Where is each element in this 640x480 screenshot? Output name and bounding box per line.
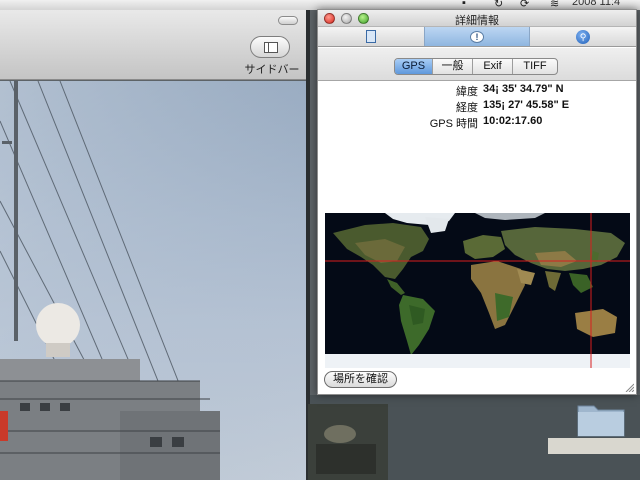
preview-toolbar: サイドバー <box>0 10 308 80</box>
script-menu-icon[interactable]: ▪ <box>462 0 466 9</box>
desktop: ▪ ↻ ⟳ ≋ 2008 11:4 サイドバー 詳細情報 ! ⚲ GPS 一般 … <box>0 0 640 480</box>
world-map[interactable] <box>325 213 630 368</box>
gps-row-time: GPS 時間 10:02:17.60 <box>318 114 636 130</box>
folder-icon[interactable] <box>576 398 626 438</box>
folder-label <box>548 438 640 454</box>
inspector-subtoolbar: GPS 一般 Exif TIFF <box>318 48 636 81</box>
gps-row-latitude: 緯度 34¡ 35' 34.79" N <box>318 82 636 98</box>
gps-row-longitude: 経度 135¡ 27' 45.58" E <box>318 98 636 114</box>
desktop-image-thumbnail[interactable] <box>308 404 388 480</box>
gps-time-value: 10:02:17.60 <box>483 115 543 127</box>
segment-tiff[interactable]: TIFF <box>513 59 557 74</box>
tab-more-info[interactable]: ! <box>424 27 530 46</box>
latitude-label: 緯度 <box>456 86 478 98</box>
sidebar-button-label: サイドバー <box>244 64 300 76</box>
ship-photo <box>0 81 308 480</box>
info-segmented-control: GPS 一般 Exif TIFF <box>394 58 558 75</box>
menu-clock[interactable]: 2008 11:4 <box>572 0 620 8</box>
gps-time-label: GPS 時間 <box>429 118 478 130</box>
info-icon: ! <box>470 30 484 43</box>
show-location-button[interactable]: 場所を確認 <box>324 371 397 388</box>
world-map-image <box>325 213 630 368</box>
segment-exif[interactable]: Exif <box>473 59 513 74</box>
segment-general[interactable]: 一般 <box>433 59 473 74</box>
longitude-value: 135¡ 27' 45.58" E <box>483 99 570 111</box>
resize-grip-icon[interactable] <box>624 382 634 392</box>
inspector-titlebar[interactable]: 詳細情報 <box>318 10 636 27</box>
tab-keywords[interactable]: ⚲ <box>530 27 636 46</box>
toolbar-toggle-button[interactable] <box>278 16 298 25</box>
latitude-value: 34¡ 35' 34.79" N <box>483 83 564 95</box>
search-icon: ⚲ <box>576 29 590 44</box>
longitude-label: 経度 <box>456 102 478 114</box>
inspector-title: 詳細情報 <box>455 15 499 27</box>
inspector-tab-bar: ! ⚲ <box>318 27 636 47</box>
document-icon <box>366 30 376 43</box>
photo-view[interactable] <box>0 81 308 480</box>
sidebar-icon <box>264 42 278 53</box>
tab-general-info[interactable] <box>318 27 424 46</box>
sidebar-button[interactable] <box>250 36 290 58</box>
segment-gps[interactable]: GPS <box>395 59 433 74</box>
inspector-panel: 詳細情報 ! ⚲ GPS 一般 Exif TIFF 緯度 34¡ 35' 34.… <box>317 9 637 395</box>
gps-info-table: 緯度 34¡ 35' 34.79" N 経度 135¡ 27' 45.58" E… <box>318 82 636 130</box>
